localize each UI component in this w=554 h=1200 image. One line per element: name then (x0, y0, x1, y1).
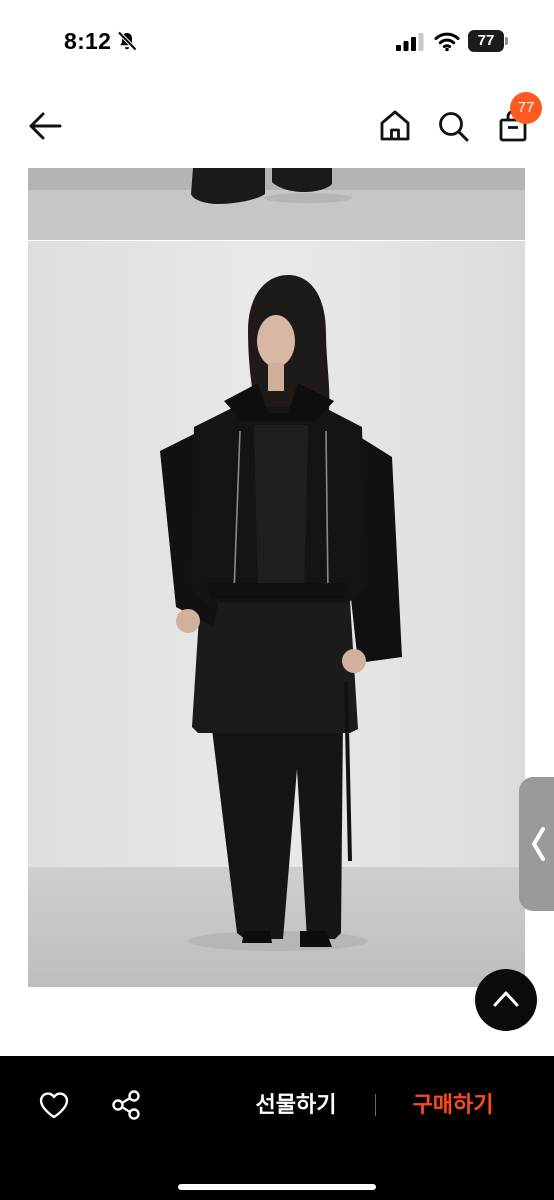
buy-button[interactable]: 구매하기 (396, 1086, 510, 1124)
action-divider (375, 1094, 376, 1116)
product-photo-partial (28, 168, 525, 240)
side-drawer-tab[interactable] (519, 777, 554, 911)
home-icon[interactable] (376, 106, 414, 146)
bottom-action-bar: 선물하기 구매하기 (0, 1056, 554, 1200)
bell-slash-icon (117, 31, 137, 51)
status-bar: 8:12 77 (0, 0, 554, 84)
share-icon[interactable] (110, 1088, 142, 1122)
heart-icon[interactable] (37, 1088, 71, 1122)
wifi-icon (434, 32, 460, 52)
cart-count-badge: 77 (510, 92, 542, 124)
status-time: 8:12 (64, 28, 112, 54)
search-icon[interactable] (434, 106, 472, 146)
screen: 8:12 77 77 선물하기 구매하기 (0, 0, 554, 1200)
product-photo-model (28, 241, 525, 987)
home-indicator (178, 1184, 376, 1190)
battery-level: 77 (468, 30, 504, 52)
scroll-top-button[interactable] (475, 969, 537, 1031)
chevron-left-icon (532, 827, 545, 861)
cellular-signal-icon (396, 33, 424, 51)
battery-cap (505, 37, 508, 45)
battery-icon: 77 (468, 30, 508, 52)
nav-header (0, 84, 554, 168)
chevron-up-icon (493, 991, 519, 1007)
back-arrow-icon[interactable] (24, 106, 66, 146)
gift-button[interactable]: 선물하기 (240, 1086, 352, 1124)
